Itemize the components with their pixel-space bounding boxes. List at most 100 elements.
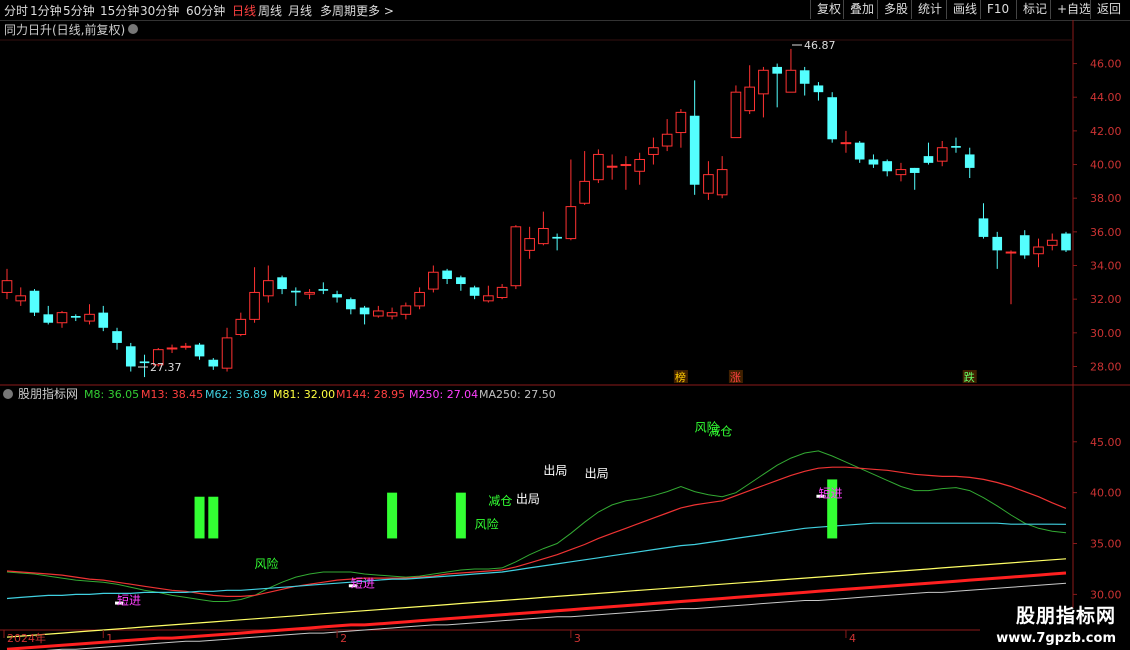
chart-area: 榜 涨 跌 股朋指标网 M8: 36.05 M13: 38.45 M62: 36.89 M8… xyxy=(0,20,1130,650)
candle-body xyxy=(400,305,412,315)
candle-body xyxy=(221,337,233,369)
candle xyxy=(593,149,604,184)
indicator-y-tick-label: 35.00 xyxy=(1090,538,1122,551)
candle xyxy=(469,285,480,300)
candle-body xyxy=(772,66,782,74)
candle xyxy=(703,161,714,200)
indicator-value: M81: 32.00 xyxy=(273,388,335,401)
period-tab-8[interactable]: 月线 xyxy=(288,2,312,19)
candle-body xyxy=(868,159,879,165)
y-tick-label: 30.00 xyxy=(1090,327,1122,340)
indicator-value: MA250: 27.50 xyxy=(479,388,556,401)
event-label: 涨 xyxy=(730,371,741,384)
indicator-y-tick-label: 45.00 xyxy=(1090,436,1122,449)
candle-body xyxy=(70,316,81,318)
candle xyxy=(208,358,219,370)
candle xyxy=(442,268,452,285)
candle-body xyxy=(895,169,907,176)
signal-label: 短进 xyxy=(117,594,141,608)
candle-body xyxy=(744,86,755,112)
toolbar-action-8[interactable]: 返回 xyxy=(1090,0,1127,19)
candle-body xyxy=(964,154,975,168)
period-tab-3[interactable]: 15分钟 xyxy=(100,2,139,19)
period-tab-5[interactable]: 60分钟 xyxy=(186,2,225,19)
toolbar-action-2[interactable]: 多股 xyxy=(877,0,914,19)
signal-label: 风险 xyxy=(255,556,279,571)
candle-body xyxy=(43,314,54,323)
chevron-down-icon[interactable] xyxy=(128,24,138,34)
candle-body xyxy=(552,236,562,239)
signal-bar xyxy=(455,492,466,539)
candle-body xyxy=(1019,235,1030,256)
top-toolbar: 分时 1分钟 5分钟 15分钟 30分钟 60分钟 日线 周线 月线 多周期 更多 > 复权 叠加 多股统… xyxy=(0,0,1130,21)
candle-body xyxy=(29,290,40,313)
candle xyxy=(496,284,508,300)
period-tab-0[interactable]: 分时 xyxy=(4,2,28,19)
x-tick-label: 1 xyxy=(106,632,113,645)
candle-body xyxy=(620,164,632,167)
candle xyxy=(43,305,54,325)
candle xyxy=(744,65,755,115)
watermark-area: 股朋指标网 www.7gpzb.com xyxy=(980,605,1130,650)
period-tab-4[interactable]: 30分钟 xyxy=(140,2,179,19)
indicator-value: M62: 36.89 xyxy=(205,388,267,401)
candle xyxy=(456,275,466,291)
series-line-m13 xyxy=(6,466,1067,598)
x-tick-label: 4 xyxy=(849,632,856,645)
candle-body xyxy=(56,312,68,324)
series-line-m144 xyxy=(6,571,1067,650)
candle xyxy=(1046,233,1058,251)
candle-body xyxy=(125,346,136,367)
candle-body xyxy=(84,313,95,322)
candle-body xyxy=(730,91,742,139)
period-tab-10[interactable]: 更多 > xyxy=(356,2,394,19)
candle xyxy=(98,305,109,332)
candle xyxy=(978,203,989,239)
candle-body xyxy=(180,345,192,348)
indicator-value: M144: 28.95 xyxy=(336,388,405,401)
period-tab-7[interactable]: 周线 xyxy=(258,2,282,19)
candle-body xyxy=(785,69,797,93)
candle-body xyxy=(538,227,549,245)
candle xyxy=(359,305,370,325)
candle-body xyxy=(936,147,948,162)
candle xyxy=(758,66,769,118)
candle-body xyxy=(304,291,315,295)
indicator-panel-title: 股朋指标网 xyxy=(18,386,78,401)
low-label: 27.37 xyxy=(150,361,182,374)
toolbar-action-4[interactable]: 画线 xyxy=(946,0,983,19)
candle-body xyxy=(716,169,728,196)
candle xyxy=(689,80,700,195)
candle xyxy=(951,137,961,153)
candle xyxy=(799,66,810,96)
candle xyxy=(524,226,535,259)
toolbar-action-1[interactable]: 叠加 xyxy=(843,0,880,19)
y-tick-label: 36.00 xyxy=(1090,226,1122,239)
candle xyxy=(84,304,95,325)
y-tick-label: 40.00 xyxy=(1090,159,1122,172)
candle-body xyxy=(882,161,893,172)
period-tab-1[interactable]: 1分钟 xyxy=(30,2,62,19)
toolbar-action-5[interactable]: F10 xyxy=(980,0,1015,19)
signal-label: 短进 xyxy=(351,576,375,590)
period-tab-2[interactable]: 5分钟 xyxy=(63,2,95,19)
candle xyxy=(166,344,178,354)
candle xyxy=(565,159,577,241)
toolbar-action-3[interactable]: 统计 xyxy=(911,0,948,19)
candle-body xyxy=(923,156,934,163)
period-tab-9[interactable]: 多周期 xyxy=(320,2,356,19)
chevron-down-icon xyxy=(3,389,13,399)
indicator-value: M8: 36.05 xyxy=(84,388,139,401)
period-tab-6[interactable]: 日线 xyxy=(232,2,256,19)
candle xyxy=(813,82,824,101)
candle xyxy=(675,109,687,148)
candle-body xyxy=(291,290,301,293)
candle-body xyxy=(909,167,920,173)
candle xyxy=(964,147,975,178)
toolbar-action-0[interactable]: 复权 xyxy=(810,0,847,19)
candle xyxy=(414,287,425,310)
candle xyxy=(332,290,342,303)
signal-label: 出局 xyxy=(585,466,609,480)
toolbar-action-6[interactable]: 标记 xyxy=(1016,0,1053,19)
candle xyxy=(992,231,1003,269)
